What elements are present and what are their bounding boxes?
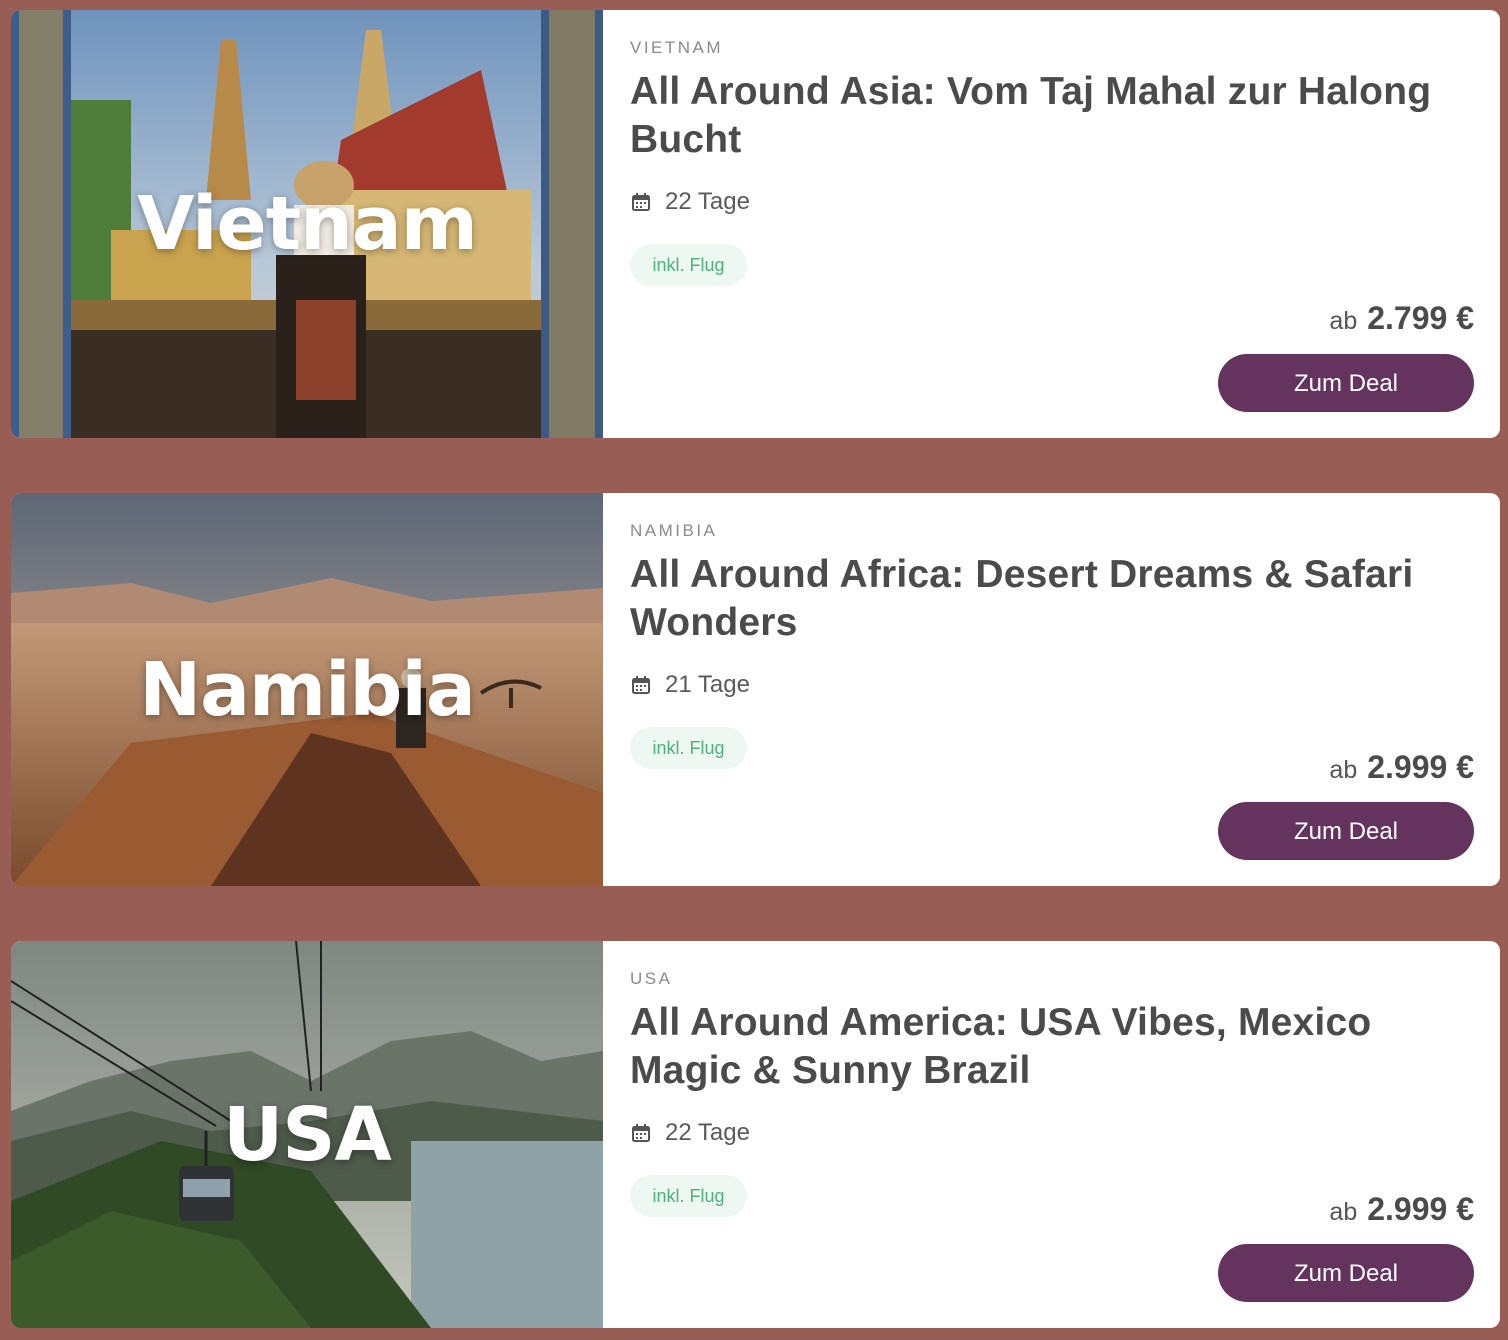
deal-title[interactable]: All Around Asia: Vom Taj Mahal zur Halon… <box>630 68 1470 164</box>
deal-content: NAMIBIA All Around Africa: Desert Dreams… <box>603 493 1500 886</box>
flight-included-badge: inkl. Flug <box>630 1175 747 1217</box>
deal-card-namibia[interactable]: Namibia NAMIBIA All Around Africa: Deser… <box>11 493 1500 886</box>
flight-included-badge: inkl. Flug <box>630 244 747 286</box>
deal-country: NAMIBIA <box>630 521 718 540</box>
calendar-icon <box>630 191 652 213</box>
deal-image-usa[interactable]: USA <box>11 941 603 1328</box>
image-destination-label: Namibia <box>139 646 476 733</box>
price-prefix: ab <box>1329 1198 1358 1226</box>
deal-image-namibia[interactable]: Namibia <box>11 493 603 886</box>
deal-country: VIETNAM <box>630 38 724 57</box>
duration-text: 21 Tage <box>665 671 750 698</box>
duration-text: 22 Tage <box>665 188 750 215</box>
deal-price: ab 2.999 € <box>1329 749 1474 786</box>
deal-price: ab 2.999 € <box>1329 1191 1474 1228</box>
image-destination-label: USA <box>223 1091 392 1178</box>
price-amount: 2.799 € <box>1367 300 1474 336</box>
zum-deal-button[interactable]: Zum Deal <box>1218 354 1474 412</box>
deal-title[interactable]: All Around America: USA Vibes, Mexico Ma… <box>630 999 1470 1095</box>
deal-card-vietnam[interactable]: Vietnam VIETNAM All Around Asia: Vom Taj… <box>11 10 1500 438</box>
deal-content: USA All Around America: USA Vibes, Mexic… <box>603 941 1500 1328</box>
calendar-icon <box>630 1122 652 1144</box>
image-destination-label: Vietnam <box>137 181 478 267</box>
deal-title[interactable]: All Around Africa: Desert Dreams & Safar… <box>630 551 1470 647</box>
zum-deal-button[interactable]: Zum Deal <box>1218 802 1474 860</box>
deal-content: VIETNAM All Around Asia: Vom Taj Mahal z… <box>603 10 1500 438</box>
deal-card-usa[interactable]: USA USA All Around America: USA Vibes, M… <box>11 941 1500 1328</box>
duration-text: 22 Tage <box>665 1119 750 1146</box>
deal-duration: 22 Tage <box>630 1119 750 1147</box>
flight-included-badge: inkl. Flug <box>630 727 747 769</box>
deal-duration: 22 Tage <box>630 188 750 216</box>
price-amount: 2.999 € <box>1367 1191 1474 1227</box>
price-prefix: ab <box>1329 756 1358 784</box>
price-prefix: ab <box>1329 307 1358 335</box>
deal-duration: 21 Tage <box>630 671 750 699</box>
price-amount: 2.999 € <box>1367 749 1474 785</box>
calendar-icon <box>630 674 652 696</box>
deal-price: ab 2.799 € <box>1329 300 1474 337</box>
deal-country: USA <box>630 969 673 988</box>
deal-image-vietnam[interactable]: Vietnam <box>11 10 603 438</box>
zum-deal-button[interactable]: Zum Deal <box>1218 1244 1474 1302</box>
